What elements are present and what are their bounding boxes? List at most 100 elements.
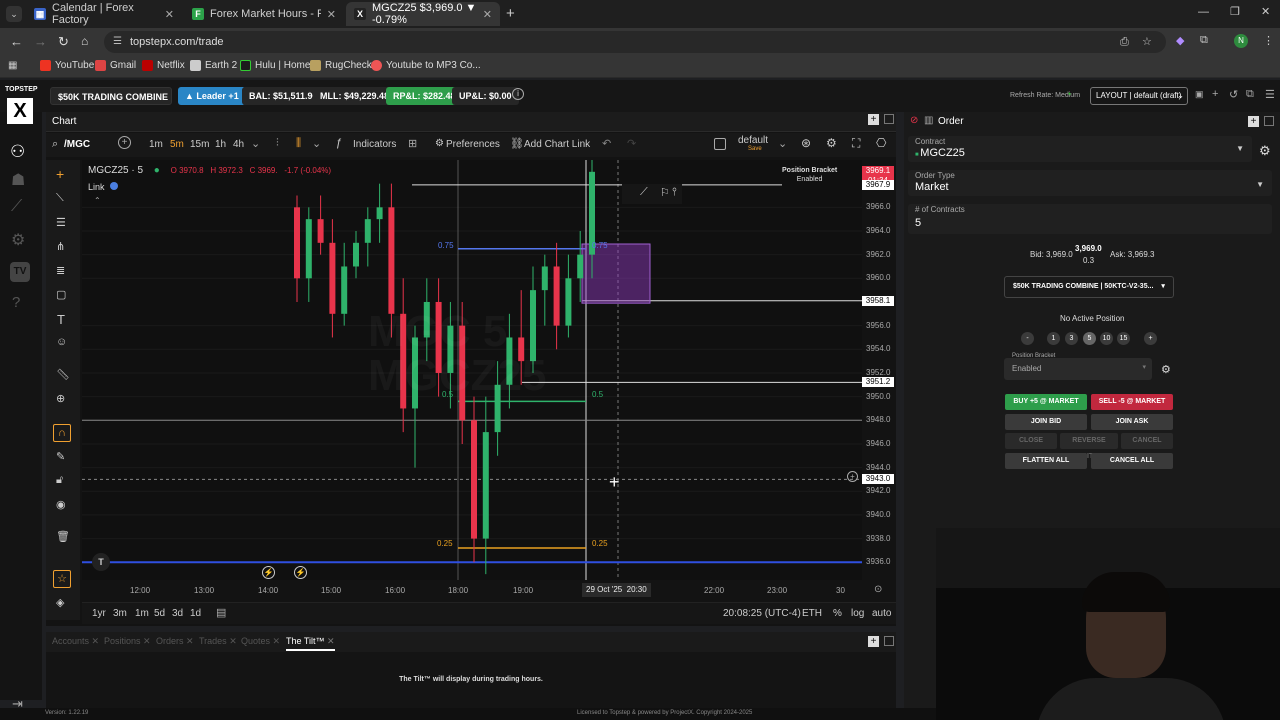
help-icon[interactable]: ?: [12, 294, 20, 311]
layout-grid-icon[interactable]: ⊞: [408, 137, 417, 150]
tab-search-button[interactable]: ⌄: [6, 6, 22, 22]
layers-icon[interactable]: ◈: [56, 596, 64, 609]
chart-fullscreen-icon[interactable]: ⛶: [852, 136, 860, 151]
cancel-orders-button[interactable]: CANCEL ORDERS: [1121, 433, 1173, 460]
horizontal-lines-tool-icon[interactable]: ☰: [56, 216, 66, 229]
undo-icon[interactable]: ↶: [602, 137, 611, 150]
tab-accounts[interactable]: Accounts ✕: [52, 636, 99, 647]
range-1yr[interactable]: 1yr: [92, 608, 106, 619]
favorites-star-icon[interactable]: ☆: [53, 570, 71, 588]
marker-tool-icon[interactable]: ⫯: [672, 186, 677, 199]
tab-quotes[interactable]: Quotes ✕: [241, 636, 280, 647]
indicators-button[interactable]: Indicators: [353, 139, 396, 150]
log-scale-toggle[interactable]: log: [851, 608, 864, 619]
add-panel-icon[interactable]: +: [868, 114, 879, 125]
home-icon[interactable]: ⌂: [81, 34, 88, 48]
contracts-quantity-input[interactable]: # of Contracts 5: [908, 204, 1272, 234]
settings-gear-icon[interactable]: ⚙: [11, 230, 25, 250]
ruler-tool-icon[interactable]: 📏︎: [56, 368, 70, 381]
event-marker-icon[interactable]: ⚡: [262, 566, 275, 579]
preferences-gear-icon[interactable]: ⚙: [435, 138, 444, 149]
bookmark-rugcheck[interactable]: RugCheck: [310, 60, 372, 71]
new-tab-button[interactable]: +: [506, 5, 515, 22]
analytics-icon[interactable]: ⟋: [11, 198, 22, 216]
percent-scale-toggle[interactable]: %: [833, 608, 842, 619]
range-5d[interactable]: 5d: [154, 608, 165, 619]
zoom-tool-icon[interactable]: ⊕: [56, 392, 65, 405]
tab-positions[interactable]: Positions ✕: [104, 636, 151, 647]
close-icon[interactable]: ✕: [483, 8, 492, 21]
tab-topstepx[interactable]: X MGCZ25 $3,969.0 ▼ -0.79% ✕: [346, 2, 500, 26]
pitchfork-tool-icon[interactable]: ⋔: [56, 240, 65, 253]
bookmark-hulu[interactable]: Hulu | Home: [240, 60, 310, 71]
add-panel-icon[interactable]: +: [868, 636, 879, 647]
bookmark-youtube-mp3[interactable]: Youtube to MP3 Co...: [371, 60, 481, 71]
apps-grid-icon[interactable]: ▦: [8, 60, 17, 71]
tab-orders[interactable]: Orders ✕: [156, 636, 194, 647]
camera-icon[interactable]: ⎔: [876, 136, 886, 150]
redo-icon[interactable]: ↷: [627, 137, 636, 150]
close-position-button[interactable]: CLOSE POSITION: [1005, 433, 1057, 460]
contract-settings-gear-icon[interactable]: ⚙: [1259, 143, 1271, 159]
bar-type-icon[interactable]: ⫶: [276, 137, 279, 150]
qty-preset-1[interactable]: 1: [1047, 332, 1060, 345]
join-bid-button[interactable]: JOIN BID: [1005, 414, 1087, 430]
add-order-at-price-icon[interactable]: +: [847, 471, 858, 482]
qty-preset-3[interactable]: 3: [1065, 332, 1078, 345]
maximize-panel-icon[interactable]: [884, 636, 894, 646]
position-bracket-badge[interactable]: Position Bracket Enabled: [782, 166, 837, 184]
maximize-button[interactable]: ❐: [1230, 5, 1240, 18]
profile-avatar[interactable]: N: [1234, 34, 1248, 48]
indicators-icon[interactable]: ƒ: [336, 137, 342, 149]
rectangle-tool-icon[interactable]: ▢: [56, 288, 66, 301]
session-toggle[interactable]: ETH: [802, 608, 822, 619]
eye-icon[interactable]: ◉: [56, 498, 66, 511]
flag-tool-icon[interactable]: ⚐: [660, 186, 670, 199]
extensions-puzzle-icon[interactable]: ⧉: [1200, 34, 1208, 47]
info-icon[interactable]: i: [512, 88, 524, 100]
popout-icon[interactable]: ⧉: [1246, 88, 1254, 101]
timeframe-1h[interactable]: 1h: [215, 139, 226, 150]
collapse-legend-icon[interactable]: ⌃: [94, 196, 101, 205]
qty-preset-10[interactable]: 10: [1100, 332, 1113, 345]
reset-layout-icon[interactable]: ↺: [1229, 88, 1238, 101]
tab-the-tilt[interactable]: The Tilt™ ✕: [286, 636, 335, 651]
range-1d[interactable]: 1d: [190, 608, 201, 619]
magnet-tool-icon[interactable]: ∩: [53, 424, 71, 442]
lock-icon[interactable]: 🔓︎: [56, 474, 63, 487]
order-type-select[interactable]: Order Type Market ▼: [908, 170, 1272, 196]
chevron-down-icon[interactable]: ⌄: [251, 137, 260, 150]
close-icon[interactable]: ✕: [165, 8, 174, 21]
time-axis[interactable]: 12:00 13:00 14:00 15:00 16:00 18:00 19:0…: [82, 580, 882, 602]
bookmark-earth2[interactable]: Earth 2: [190, 60, 237, 71]
timeframe-15m[interactable]: 15m: [190, 139, 209, 150]
flatten-all-button[interactable]: FLATTEN ALL: [1005, 453, 1087, 469]
app-menu-icon[interactable]: ☰: [1265, 88, 1275, 101]
order-account-select[interactable]: $50K TRADING COMBINE | 50KTC-V2-35... ▾: [1004, 276, 1174, 298]
bookmark-gmail[interactable]: Gmail: [95, 60, 136, 71]
url-input[interactable]: ☰ topstepx.com/trade ⎙ ☆: [104, 31, 1166, 53]
close-icon[interactable]: ✕: [327, 8, 336, 21]
maximize-panel-icon[interactable]: [884, 114, 894, 124]
qty-decrement-button[interactable]: -: [1021, 332, 1034, 345]
position-bracket-select[interactable]: Position Bracket Enabled ▾: [1004, 353, 1152, 380]
preferences-button[interactable]: Preferences: [446, 139, 500, 150]
reload-icon[interactable]: ↻: [58, 34, 69, 50]
fib-tool-icon[interactable]: ≣: [56, 264, 65, 277]
add-panel-icon[interactable]: +: [1248, 116, 1259, 127]
timeframe-5m[interactable]: 5m: [170, 139, 184, 150]
bookmark-netflix[interactable]: Netflix: [142, 60, 185, 71]
bracket-settings-gear-icon[interactable]: ⚙: [1161, 363, 1171, 376]
chart-link-toggle[interactable]: Link: [88, 182, 119, 192]
browser-menu-icon[interactable]: ⋮: [1263, 34, 1274, 47]
range-3d[interactable]: 3d: [172, 608, 183, 619]
timeframe-1m[interactable]: 1m: [149, 139, 163, 150]
reverse-position-button[interactable]: REVERSE POSITION: [1060, 433, 1118, 460]
chevron-down-icon[interactable]: ⌄: [778, 137, 787, 150]
buy-market-button[interactable]: BUY +5 @ MARKET: [1005, 394, 1087, 410]
tab-trades[interactable]: Trades ✕: [199, 636, 237, 647]
extension-icon[interactable]: ◆: [1176, 34, 1184, 47]
users-icon[interactable]: ☗: [11, 170, 25, 190]
leader-badge[interactable]: ▲ Leader +1: [178, 87, 246, 105]
timeframe-4h[interactable]: 4h: [233, 139, 244, 150]
